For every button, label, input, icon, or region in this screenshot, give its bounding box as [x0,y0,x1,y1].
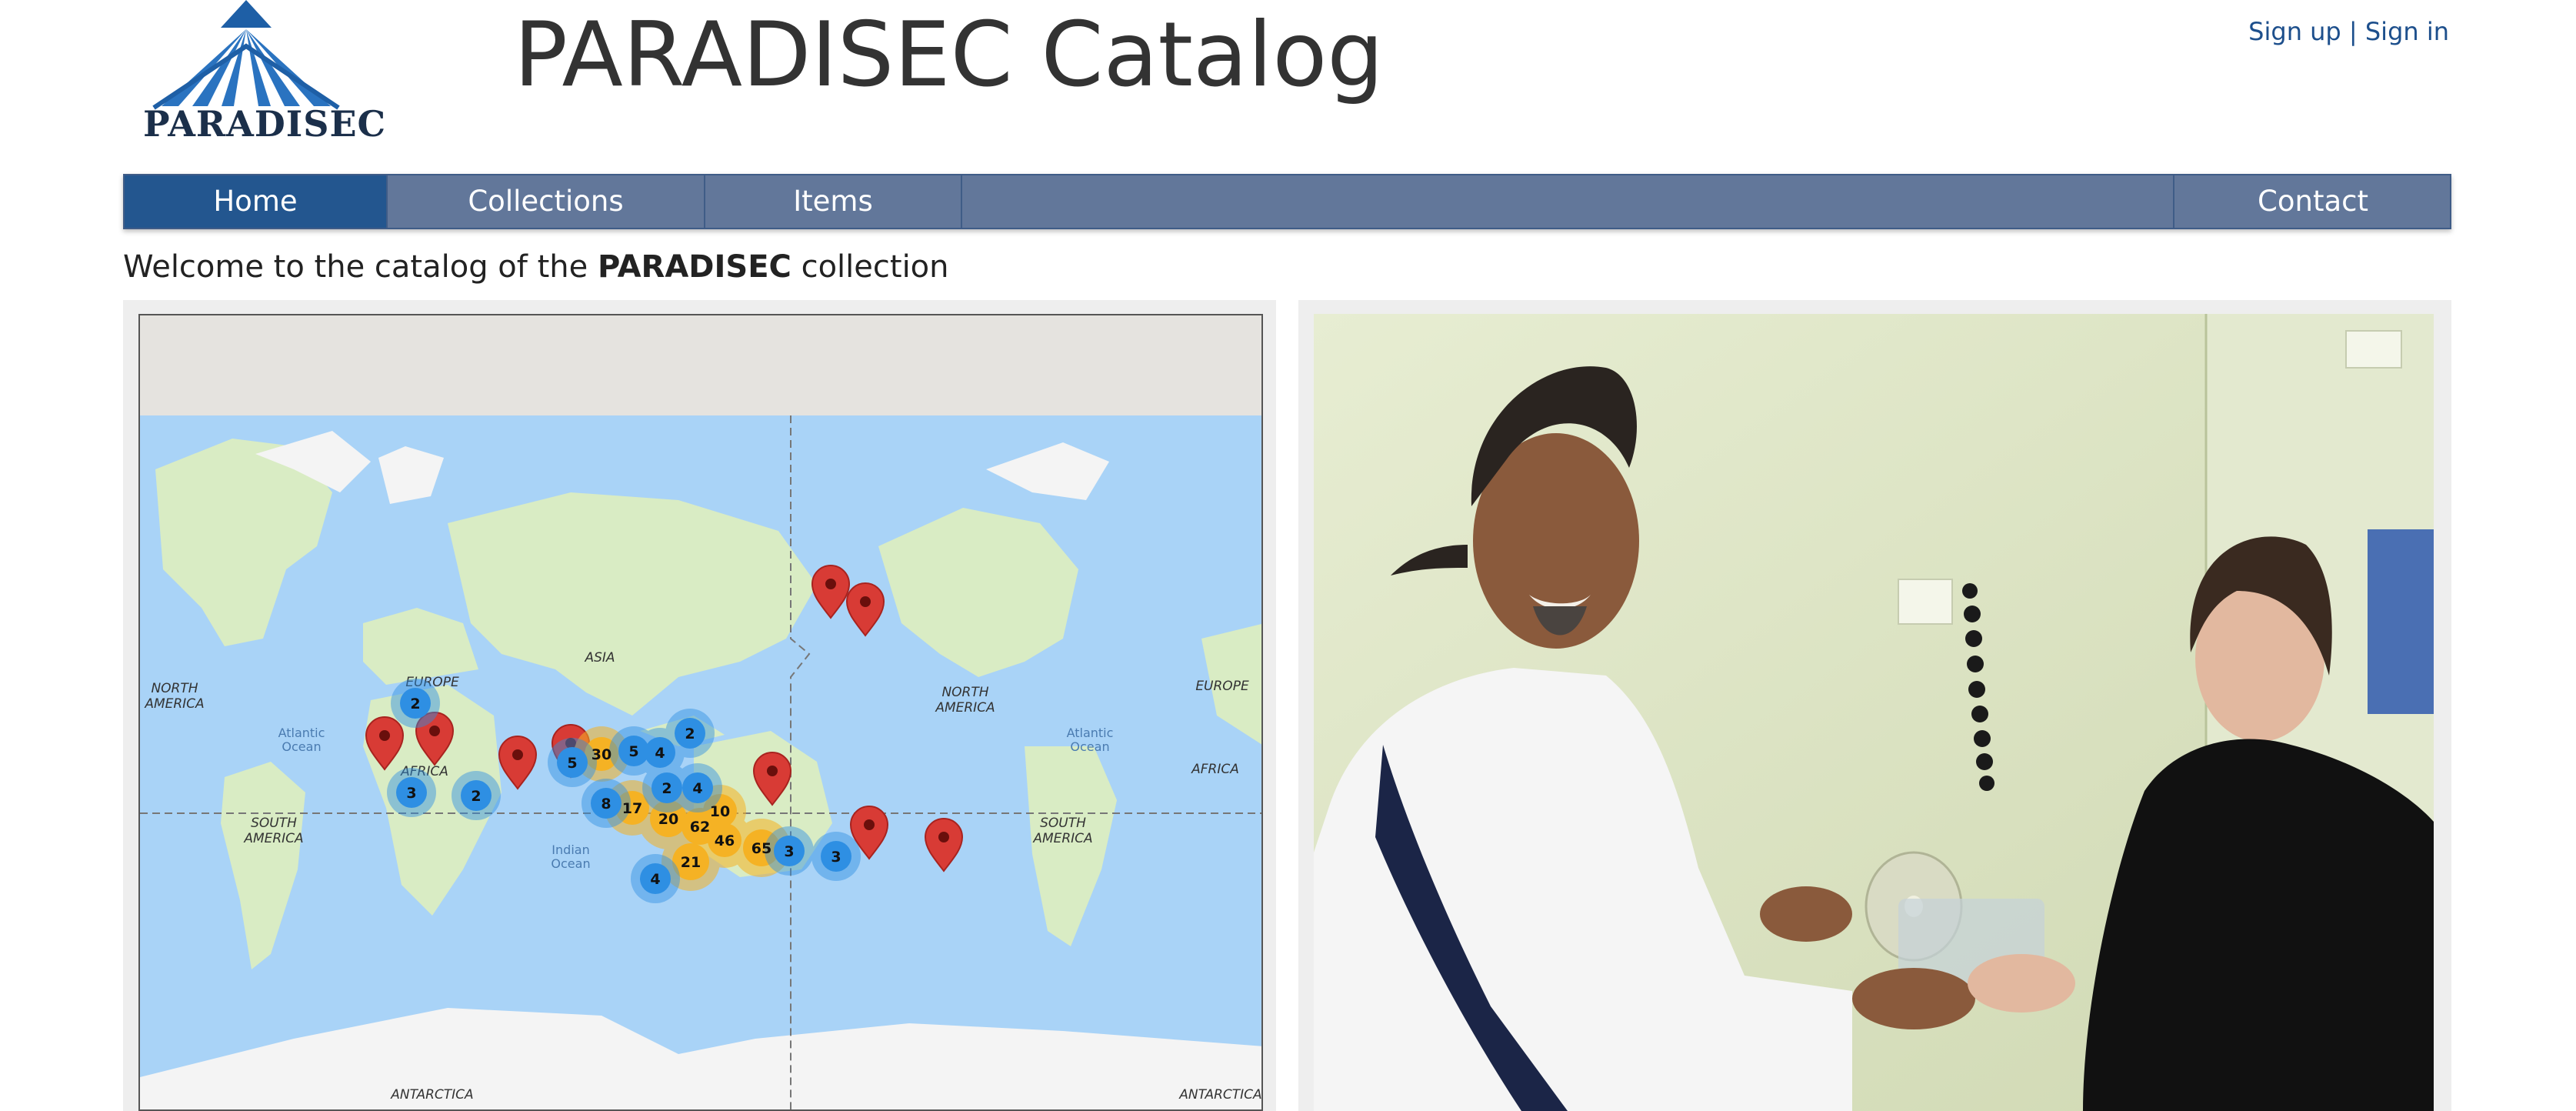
cluster-count: 2 [410,696,420,712]
nav-home[interactable]: Home [125,175,388,228]
wall-switch [1898,579,1953,625]
background-box [2368,529,2434,714]
power-outlet [2345,330,2402,369]
nav-items[interactable]: Items [705,175,962,228]
cluster-count: 4 [692,780,702,797]
label-sa-left-2: AMERICA [243,831,303,846]
label-atlantic-right-1: Atlantic [1067,726,1114,740]
cluster-count: 46 [715,832,735,849]
cluster-count: 2 [471,788,481,805]
map-top-gray [140,315,1261,415]
welcome-suffix: collection [801,249,949,285]
logo-wordmark: PARADISEC [143,103,387,145]
label-sa-right-1: SOUTH [1040,816,1086,831]
cluster-count: 4 [650,871,660,888]
site-title: PARADISEC Catalog [514,3,1384,107]
cluster-count: 2 [685,726,695,742]
nav-contact[interactable]: Contact [2173,175,2451,228]
auth-links: Sign up | Sign in [2248,17,2449,46]
welcome-brand: PARADISEC [597,249,791,285]
label-asia: ASIA [584,650,615,666]
welcome-text: Welcome to the catalog of the PARADISEC … [123,249,949,285]
featured-photo [1314,314,2434,1111]
cluster-count: 20 [658,811,678,828]
auth-separator: | [2348,17,2358,46]
label-atlantic-right-2: Ocean [1070,739,1109,754]
nav-collections[interactable]: Collections [388,175,705,228]
label-na-right-2: AMERICA [935,700,995,716]
label-na-left-2: AMERICA [144,696,204,712]
welcome-prefix: Welcome to the catalog of the [123,249,588,285]
label-indian-2: Ocean [551,856,590,871]
label-atlantic-left-2: Ocean [282,739,321,754]
label-antarctica-right: ANTARCTICA [1178,1087,1261,1103]
cluster-count: 10 [710,803,730,820]
cluster-count: 4 [655,745,665,762]
cluster-count: 65 [751,840,771,857]
cluster-count: 5 [628,743,638,760]
sign-up-link[interactable]: Sign up [2248,17,2341,46]
label-na-left-1: NORTH [151,681,198,696]
label-sa-left-1: SOUTH [251,816,297,831]
cluster-count: 8 [601,796,611,812]
label-sa-right-2: AMERICA [1032,831,1092,846]
cluster-count: 62 [690,819,710,836]
cluster-count: 17 [622,800,642,817]
label-atlantic-left-1: Atlantic [278,726,325,740]
cluster-count: 3 [406,785,416,802]
world-map[interactable]: NORTH AMERICA EUROPE ASIA AFRICA SOUTH A… [138,314,1263,1111]
cluster-count: 5 [567,755,577,772]
cluster-count: 2 [661,780,671,797]
label-indian-1: Indian [552,842,589,857]
label-europe-right: EUROPE [1195,679,1249,694]
cluster-count: 30 [592,746,612,763]
main-nav: Home Collections Items Contact [123,174,2451,229]
cluster-count: 3 [784,843,794,860]
label-antarctica-left: ANTARCTICA [390,1087,473,1103]
cluster-count: 21 [681,854,701,871]
cluster-count: 3 [831,849,841,866]
label-na-right-1: NORTH [941,685,988,700]
sign-in-link[interactable]: Sign in [2365,17,2449,46]
label-africa-right: AFRICA [1191,762,1239,777]
